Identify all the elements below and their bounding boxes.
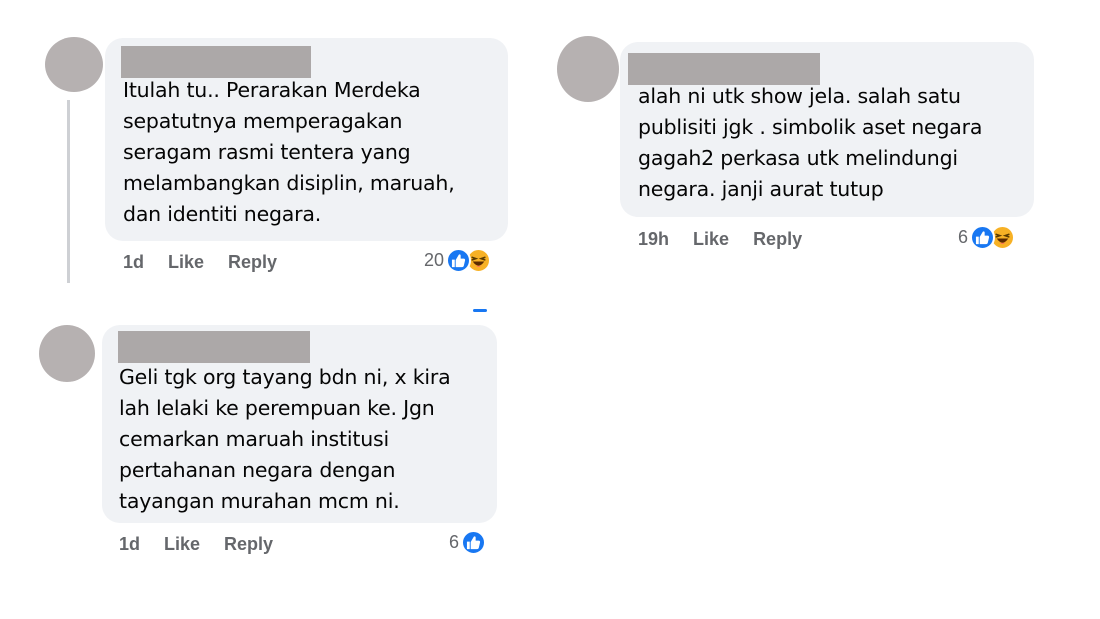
reaction-count: 20 bbox=[424, 250, 445, 270]
reactions-summary[interactable]: 6 bbox=[449, 530, 487, 555]
comment-text-line: alah ni utk show jela. salah satu bbox=[638, 84, 961, 108]
comment-text-line: gagah2 perkasa utk melindungi bbox=[638, 146, 958, 170]
reply-button[interactable]: Reply bbox=[224, 534, 273, 555]
like-button[interactable]: Like bbox=[693, 229, 729, 250]
like-icon bbox=[446, 248, 472, 273]
comment-text: Geli tgk org tayang bdn ni, x kira lah l… bbox=[119, 362, 451, 517]
comment-text-line: pertahanan negara dengan bbox=[119, 458, 396, 482]
reply-button[interactable]: Reply bbox=[228, 252, 277, 273]
comment-text-line: cemarkan maruah institusi bbox=[119, 427, 389, 451]
timestamp[interactable]: 1d bbox=[123, 252, 144, 273]
comment-text-line: Itulah tu.. Perarakan Merdeka bbox=[123, 78, 421, 102]
scroll-indicator bbox=[473, 309, 487, 312]
avatar[interactable] bbox=[557, 36, 619, 102]
timestamp[interactable]: 1d bbox=[119, 534, 140, 555]
reactions-summary[interactable]: 20 bbox=[424, 248, 492, 273]
comment-text-line: tayangan murahan mcm ni. bbox=[119, 489, 400, 513]
comment-text-line: negara. janji aurat tutup bbox=[638, 177, 884, 201]
comment-text-line: seragam rasmi tentera yang bbox=[123, 140, 411, 164]
like-button[interactable]: Like bbox=[164, 534, 200, 555]
author-name-redacted[interactable] bbox=[118, 331, 310, 363]
comment-text-line: publisiti jgk . simbolik aset negara bbox=[638, 115, 983, 139]
author-name-redacted[interactable] bbox=[121, 46, 311, 78]
comment-actions: 19h Like Reply bbox=[638, 229, 802, 250]
comment-text-line: melambangkan disiplin, maruah, bbox=[123, 171, 455, 195]
comment-actions: 1d Like Reply bbox=[119, 534, 273, 555]
like-button[interactable]: Like bbox=[168, 252, 204, 273]
reply-button[interactable]: Reply bbox=[753, 229, 802, 250]
comment-text-line: Geli tgk org tayang bdn ni, x kira bbox=[119, 365, 451, 389]
timestamp[interactable]: 19h bbox=[638, 229, 669, 250]
comment-text: alah ni utk show jela. salah satu publis… bbox=[638, 81, 982, 205]
thread-line bbox=[67, 100, 70, 283]
reactions-summary[interactable]: 6 bbox=[958, 225, 1016, 250]
like-icon bbox=[461, 530, 487, 555]
comment-text-line: lah lelaki ke perempuan ke. Jgn bbox=[119, 396, 435, 420]
comment-text: Itulah tu.. Perarakan Merdeka sepatutnya… bbox=[123, 75, 455, 230]
avatar[interactable] bbox=[45, 37, 103, 92]
reaction-count: 6 bbox=[958, 227, 969, 247]
like-icon bbox=[970, 225, 996, 250]
comment-actions: 1d Like Reply bbox=[123, 252, 277, 273]
avatar[interactable] bbox=[39, 325, 95, 382]
reaction-count: 6 bbox=[449, 532, 460, 552]
comment-text-line: dan identiti negara. bbox=[123, 202, 322, 226]
comment-text-line: sepatutnya memperagakan bbox=[123, 109, 403, 133]
